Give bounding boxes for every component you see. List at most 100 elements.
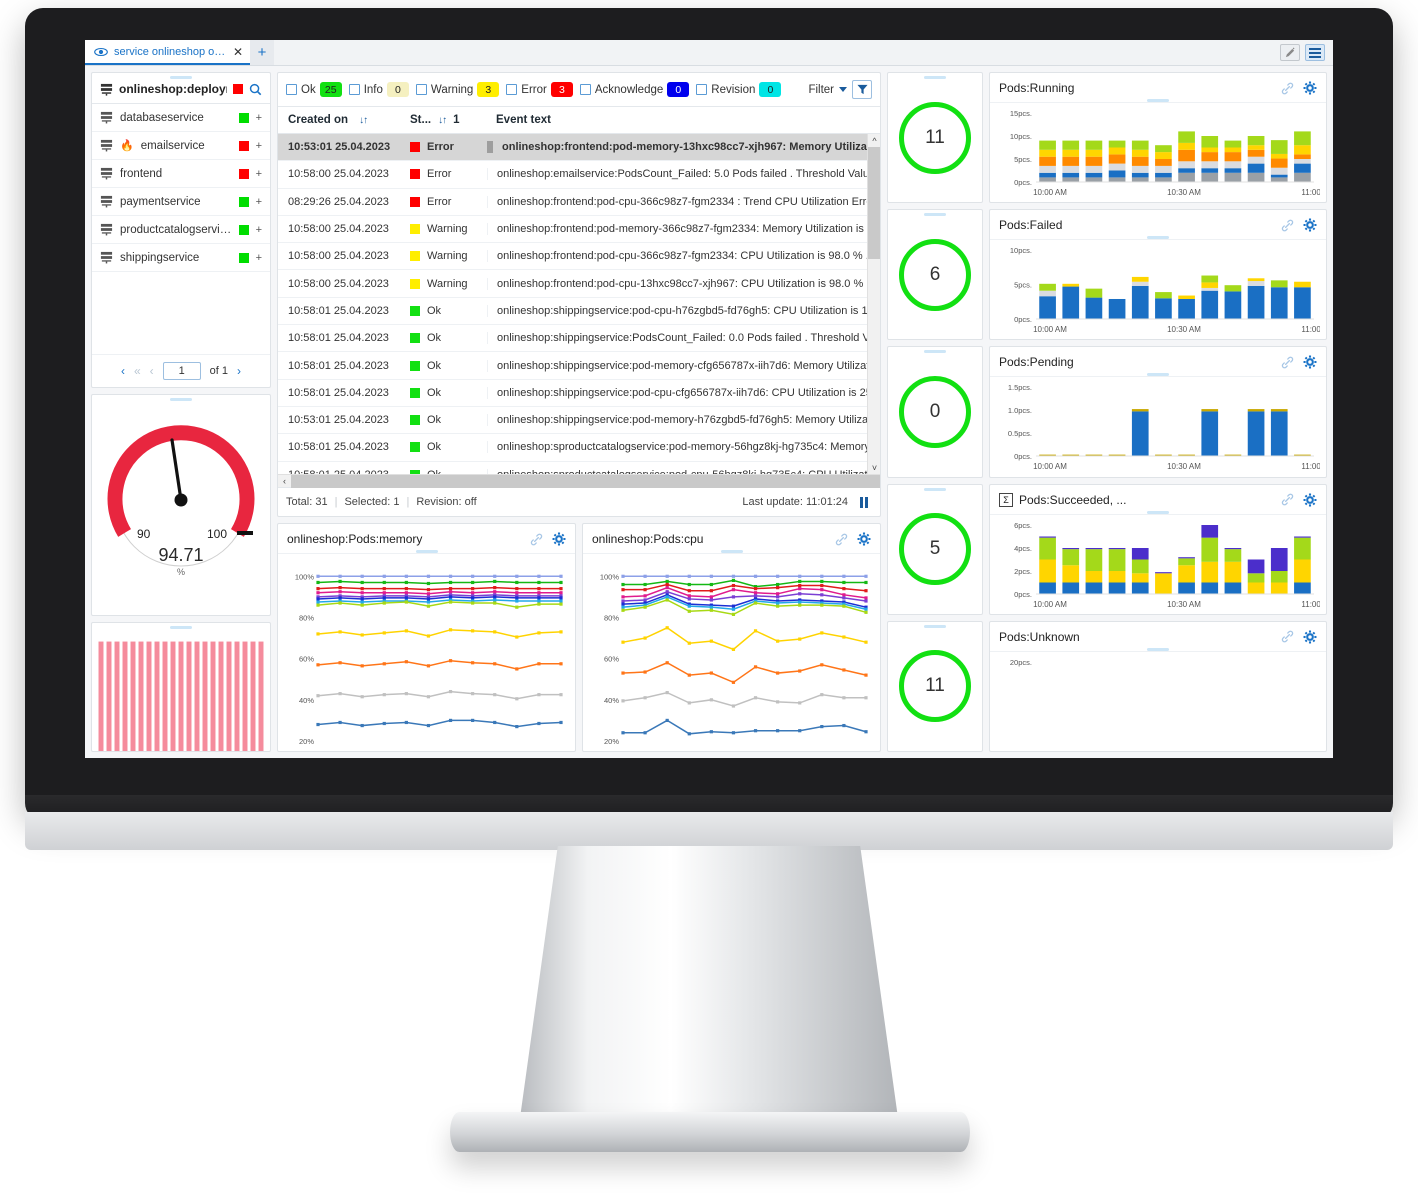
panel-grip[interactable]	[924, 213, 946, 217]
table-row[interactable]: 10:58:00 25.04.2023 Warning onlineshop:fro…	[278, 270, 867, 298]
bar	[226, 641, 232, 751]
close-icon[interactable]: ✕	[233, 45, 243, 59]
pager-prev-all[interactable]: «	[134, 364, 141, 378]
table-row[interactable]: 10:58:00 25.04.2023 Error onlineshop:email…	[278, 161, 867, 189]
panel-grip[interactable]	[1147, 99, 1169, 102]
column-created-on[interactable]: Created on ↓↑	[278, 114, 410, 126]
horizontal-scrollbar[interactable]: ‹ ›	[278, 474, 880, 488]
gear-icon[interactable]	[857, 532, 871, 546]
sidebar-item-paymentservice[interactable]: paymentservice +	[92, 188, 270, 216]
link-icon[interactable]	[1281, 356, 1294, 369]
scroll-down-arrow[interactable]: ˅	[868, 461, 880, 474]
panel-grip[interactable]	[170, 76, 192, 79]
panel-grip[interactable]	[170, 626, 192, 629]
data-point	[515, 591, 519, 595]
panel-grip[interactable]	[1147, 647, 1169, 651]
vertical-scrollbar[interactable]: ^ ˅	[867, 134, 880, 474]
link-icon[interactable]	[1281, 219, 1294, 232]
link-icon[interactable]	[835, 533, 848, 546]
table-row[interactable]: 10:58:01 25.04.2023Okonlineshop:sproduct…	[278, 462, 867, 474]
scroll-thumb-h[interactable]	[291, 475, 880, 488]
expand-icon[interactable]: +	[256, 252, 262, 264]
checkbox[interactable]	[506, 84, 518, 95]
table-row[interactable]: 10:58:01 25.04.2023 Ok onlineshop:shipping…	[278, 352, 867, 380]
scroll-thumb[interactable]	[868, 147, 880, 259]
panel-grip[interactable]	[720, 550, 743, 553]
filter-acknowledge[interactable]: Acknowledge 0	[579, 82, 690, 97]
panel-pods_running: Pods:Running 15pcs. 10pcs. 5pcs. 0pcs. 10:00 …	[989, 72, 1327, 204]
filter-info[interactable]: Info 0	[348, 82, 409, 97]
kpi-value: 11	[899, 101, 971, 174]
browser-tab[interactable]: service onlineshop overvi... ✕	[85, 40, 250, 65]
pause-button[interactable]	[856, 494, 872, 510]
filter-ok[interactable]: Ok 25	[286, 82, 342, 97]
link-icon[interactable]	[530, 533, 543, 546]
filter-button[interactable]	[852, 80, 872, 99]
new-tab-button[interactable]: +	[250, 40, 274, 65]
sidebar-item-shippingservice[interactable]: shippingservice +	[92, 244, 270, 272]
panel-grip[interactable]	[1147, 236, 1169, 240]
checkbox[interactable]	[696, 84, 708, 95]
expand-icon[interactable]: +	[256, 140, 262, 152]
sort-icon[interactable]: ↓↑	[359, 115, 368, 126]
gear-icon[interactable]	[552, 532, 566, 546]
table-row[interactable]: 10:58:01 25.04.2023 Ok onlineshop:shipping…	[278, 325, 867, 353]
panel-grip[interactable]	[170, 398, 192, 401]
checkbox[interactable]	[286, 84, 297, 95]
expand-icon[interactable]: +	[256, 224, 262, 236]
total-count: Total: 31	[286, 496, 328, 508]
filter-error[interactable]: Error 3	[506, 82, 573, 97]
column-event-text[interactable]: Event text	[487, 114, 880, 126]
panel-grip[interactable]	[1147, 510, 1169, 514]
panel-grip[interactable]	[924, 76, 946, 79]
filter-revision[interactable]: Revision 0	[696, 82, 782, 97]
bar-segment	[1155, 159, 1172, 166]
menu-button[interactable]	[1305, 44, 1325, 61]
gear-icon[interactable]	[1303, 493, 1317, 507]
table-row[interactable]: 10:58:00 25.04.2023 Warning onlineshop:fro…	[278, 216, 867, 244]
sort-icon[interactable]: ↓↑	[438, 115, 447, 126]
table-row[interactable]: 10:58:01 25.04.2023 Ok onlineshop:shipping…	[278, 298, 867, 326]
panel-grip[interactable]	[415, 550, 438, 553]
link-icon[interactable]	[1281, 82, 1294, 95]
expand-icon[interactable]: +	[256, 196, 262, 208]
link-icon[interactable]	[1281, 493, 1294, 506]
data-point	[842, 696, 846, 700]
panel-grip[interactable]	[1147, 373, 1169, 377]
table-row[interactable]: 10:53:01 25.04.2023 Ok onlineshop:shipping…	[278, 407, 867, 435]
sidebar-item-databaseservice[interactable]: databaseservice +	[92, 104, 270, 132]
panel-grip[interactable]	[924, 350, 946, 354]
scroll-up-arrow[interactable]: ^	[868, 134, 880, 147]
table-row[interactable]: 10:58:01 25.04.2023 Ok onlineshop:shipping…	[278, 380, 867, 407]
gear-icon[interactable]	[1303, 81, 1317, 95]
sidebar-item-productcatalogservice[interactable]: productcatalogservice +	[92, 216, 270, 244]
checkbox[interactable]	[579, 84, 591, 95]
pager-first[interactable]: ‹	[121, 364, 125, 378]
pager-prev[interactable]: ‹	[150, 364, 154, 378]
table-row[interactable]: 08:29:26 25.04.2023 Error onlineshop:front…	[278, 189, 867, 216]
gear-icon[interactable]	[1303, 355, 1317, 369]
edit-button[interactable]	[1280, 44, 1300, 61]
gear-icon[interactable]	[1303, 630, 1317, 644]
column-status[interactable]: St... ↓↑ 1	[410, 114, 487, 126]
panel-grip[interactable]	[924, 487, 946, 491]
search-icon[interactable]	[249, 83, 262, 96]
checkbox[interactable]	[415, 84, 427, 95]
sidebar-item-emailservice[interactable]: 🔥 emailservice +	[92, 132, 270, 160]
expand-icon[interactable]: +	[256, 168, 262, 180]
sidebar-item-frontend[interactable]: frontend +	[92, 160, 270, 188]
table-row[interactable]: 10:53:01 25.04.2023 Error onlineshop:front…	[278, 134, 867, 162]
gear-icon[interactable]	[1303, 218, 1317, 232]
panel-grip[interactable]	[924, 624, 946, 628]
data-point	[798, 592, 802, 596]
link-icon[interactable]	[1281, 630, 1294, 643]
pager-page-input[interactable]	[162, 362, 201, 380]
table-row[interactable]: 10:58:01 25.04.2023Okonlineshop:sproduct…	[278, 434, 867, 462]
chevron-down-icon[interactable]	[839, 87, 847, 92]
scroll-left-arrow[interactable]: ‹	[278, 476, 291, 486]
checkbox[interactable]	[348, 84, 360, 95]
pager-next[interactable]: ›	[237, 364, 241, 378]
expand-icon[interactable]: +	[256, 112, 262, 124]
table-row[interactable]: 10:58:00 25.04.2023 Warning onlineshop:fro…	[278, 243, 867, 271]
filter-warning[interactable]: Warning 3	[415, 82, 500, 97]
